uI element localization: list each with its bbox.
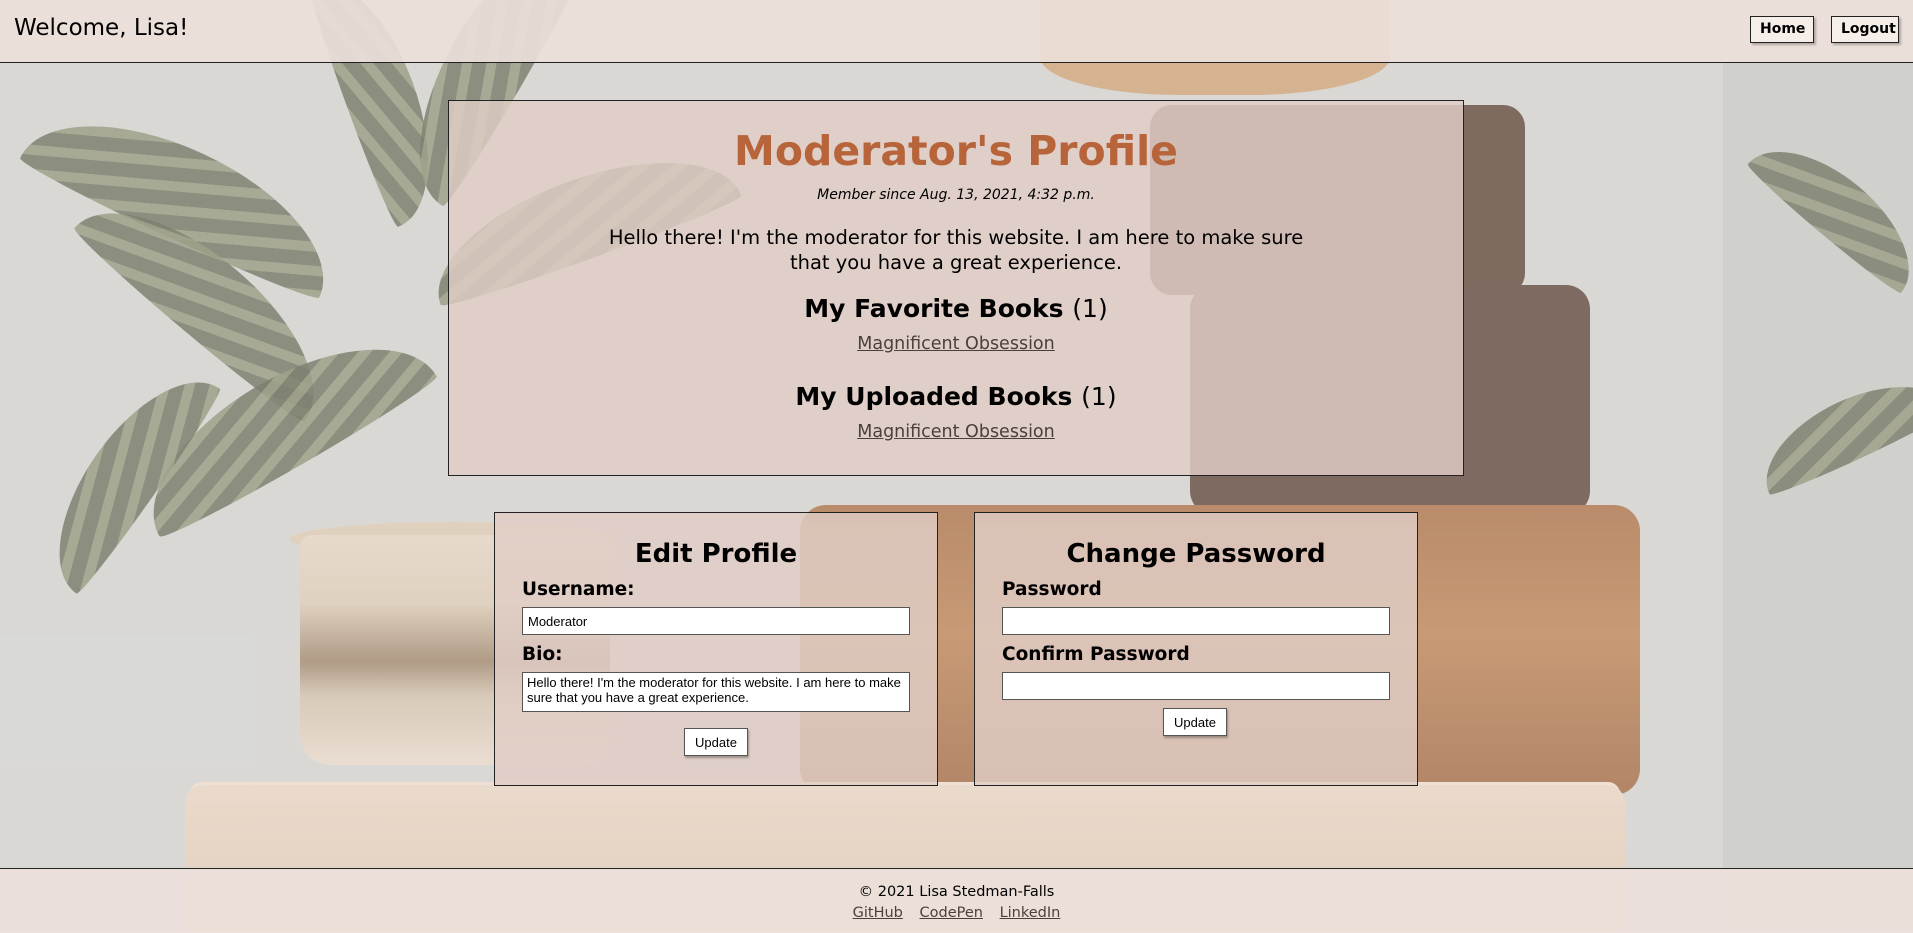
uploaded-books-label: My Uploaded Books [795,382,1073,411]
favorite-book-link[interactable]: Magnificent Obsession [449,334,1463,354]
change-password-title: Change Password [1066,539,1326,569]
footer: © 2021 Lisa Stedman-Falls GitHub CodePen… [0,868,1913,933]
home-button[interactable]: Home [1750,16,1814,43]
profile-card: Moderator's Profile Member since Aug. 13… [448,100,1464,476]
linkedin-link[interactable]: LinkedIn [1000,905,1061,921]
username-input[interactable] [522,607,910,635]
favorite-books-heading: My Favorite Books (1) [449,294,1463,323]
logout-button[interactable]: Logout [1831,16,1899,43]
confirm-password-input[interactable] [1002,672,1390,700]
profile-bio: Hello there! I'm the moderator for this … [608,226,1304,274]
password-input[interactable] [1002,607,1390,635]
welcome-message: Welcome, Lisa! [14,15,189,41]
profile-title: Moderator's Profile [734,127,1178,175]
update-profile-button[interactable]: Update [684,728,748,756]
bio-label: Bio: [522,644,563,665]
top-navbar: Welcome, Lisa! Home Logout [0,0,1913,63]
change-password-form: Change Password Password Confirm Passwor… [974,512,1418,786]
username-label: Username: [522,579,635,600]
uploaded-books-count: (1) [1081,382,1117,411]
member-since: Member since Aug. 13, 2021, 4:32 p.m. [817,187,1095,203]
bio-textarea[interactable]: Hello there! I'm the moderator for this … [522,672,910,712]
uploaded-books-heading: My Uploaded Books (1) [449,382,1463,411]
favorite-books-count: (1) [1072,294,1108,323]
footer-links: GitHub CodePen LinkedIn [0,905,1913,921]
favorite-books-label: My Favorite Books [804,294,1064,323]
confirm-password-label: Confirm Password [1002,644,1190,665]
update-password-button[interactable]: Update [1163,708,1227,736]
edit-profile-title: Edit Profile [634,539,798,569]
codepen-link[interactable]: CodePen [920,905,983,921]
copyright-text: © 2021 Lisa Stedman-Falls [858,884,1055,900]
edit-profile-form: Edit Profile Username: Bio: Hello there!… [494,512,938,786]
github-link[interactable]: GitHub [853,905,903,921]
password-label: Password [1002,579,1102,600]
uploaded-book-link[interactable]: Magnificent Obsession [449,422,1463,442]
